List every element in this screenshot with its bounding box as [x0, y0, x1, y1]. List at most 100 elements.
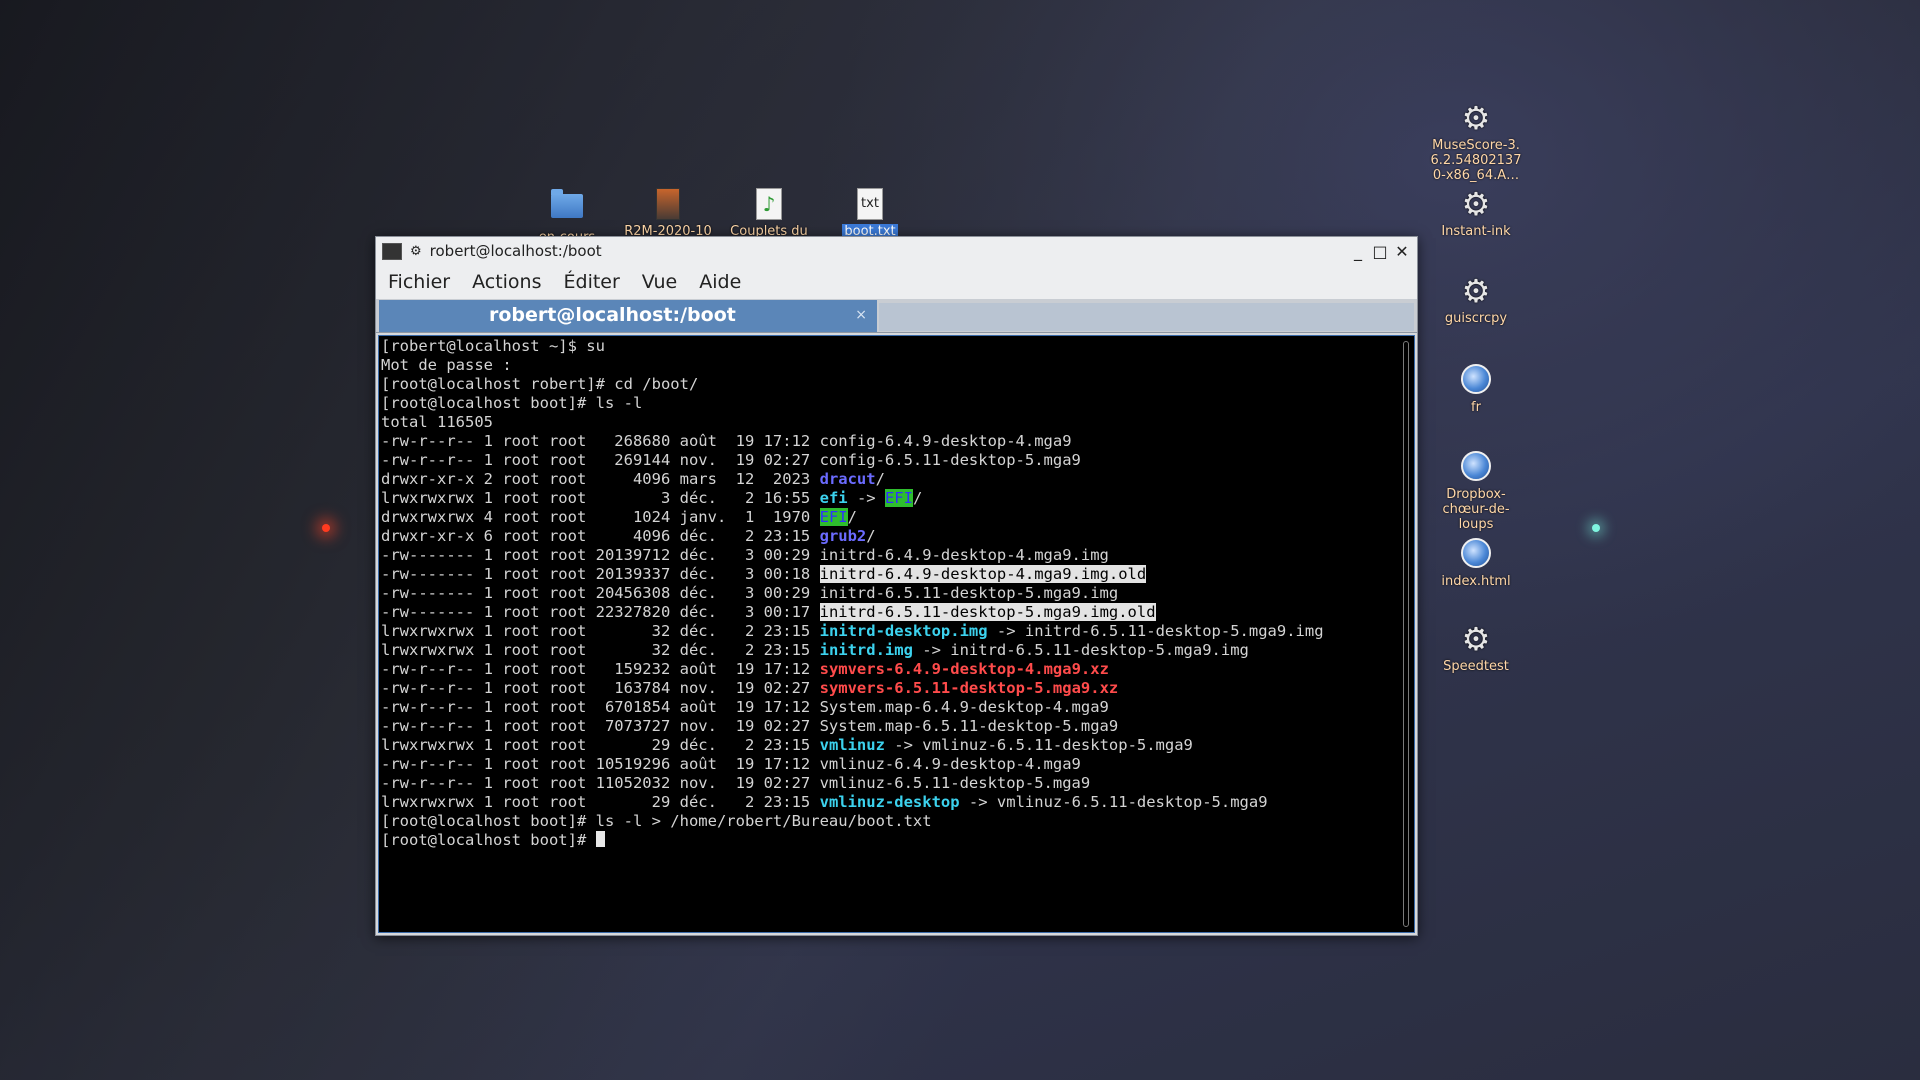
desktop-icon-boot-txt[interactable]: txt boot.txt [815, 188, 925, 239]
terminal-filename: initrd-6.4.9-desktop-4.mga9.img.old [819, 565, 1147, 583]
terminal-cursor [595, 831, 605, 847]
menu-vue[interactable]: Vue [642, 271, 677, 293]
terminal-text-segment: -> vmlinuz-6.5.11-desktop-5.mga9 [884, 736, 1193, 754]
pin-icon[interactable]: ⚙ [410, 244, 422, 259]
menu-actions[interactable]: Actions [472, 271, 541, 293]
terminal-text-segment: total 116505 [381, 413, 493, 431]
desktop-icon-dropbox[interactable]: Dropbox- chœur-de- loups [1421, 449, 1531, 532]
terminal-line: [root@localhost boot]# ls -l > /home/rob… [381, 812, 1414, 831]
terminal-text-segment: / [847, 508, 857, 526]
gear-icon: ⚙ [1461, 620, 1491, 658]
terminal-line: total 116505 [381, 413, 1414, 432]
tab-terminal[interactable]: robert@localhost:/boot × [379, 300, 877, 332]
terminal-text-segment: [root@localhost boot]# ls -l [381, 394, 643, 412]
terminal-text-segment: -rw------- 1 root root 20139712 déc. 3 0… [381, 546, 1109, 564]
terminal-text-segment: [robert@localhost ~]$ su [381, 337, 605, 355]
terminal-line: -rw------- 1 root root 20139337 déc. 3 0… [381, 565, 1414, 584]
terminal-text-segment: lrwxrwxrwx 1 root root 32 déc. 2 23:15 [381, 641, 820, 659]
terminal-output[interactable]: [robert@localhost ~]$ su Mot de passe : [r… [378, 335, 1415, 933]
terminal-text-segment: -rw-r--r-- 1 root root 11052032 nov. 19 … [381, 774, 1091, 792]
terminal-text-segment: lrwxrwxrwx 1 root root 32 déc. 2 23:15 [381, 622, 820, 640]
terminal-text-segment: -> [847, 489, 885, 507]
terminal-text-segment: -rw------- 1 root root 20456308 déc. 3 0… [381, 584, 1119, 602]
image-file-icon [652, 188, 684, 220]
terminal-line: -rw-r--r-- 1 root root 269144 nov. 19 02… [381, 451, 1414, 470]
desktop-icon-index-html[interactable]: index.html [1421, 536, 1531, 589]
window-title: robert@localhost:/boot [429, 242, 602, 260]
terminal-text-segment: drwxr-xr-x 6 root root 4096 déc. 2 23:15 [381, 527, 820, 545]
terminal-text-segment: -rw-r--r-- 1 root root 10519296 août 19 … [381, 755, 1081, 773]
terminal-filename: initrd.img [819, 641, 913, 659]
desktop-icon-musescore[interactable]: ⚙ MuseScore-3. 6.2.54802137 0-x86_64.A… [1421, 102, 1531, 183]
terminal-text-segment: lrwxrwxrwx 1 root root 29 déc. 2 23:15 [381, 793, 820, 811]
terminal-filename: vmlinuz [819, 736, 885, 754]
desktop-icon-couplets[interactable]: ♪ Couplets du [714, 188, 824, 239]
terminal-line: Mot de passe : [381, 356, 1414, 375]
terminal-text-segment: / [875, 470, 885, 488]
gear-icon: ⚙ [1461, 272, 1491, 310]
web-link-icon [1460, 538, 1492, 570]
folder-icon [551, 189, 583, 226]
desktop-icon-speedtest[interactable]: ⚙ Speedtest [1421, 623, 1531, 674]
terminal-line: drwxr-xr-x 6 root root 4096 déc. 2 23:15… [381, 527, 1414, 546]
gear-icon: ⚙ [1461, 99, 1491, 137]
terminal-text: [robert@localhost ~]$ su Mot de passe : [r… [379, 336, 1414, 850]
terminal-text-segment: -> initrd-6.5.11-desktop-5.mga9.img [987, 622, 1324, 640]
terminal-text-segment: Mot de passe : [381, 356, 512, 374]
terminal-line: [robert@localhost ~]$ su [381, 337, 1414, 356]
web-link-icon [1460, 364, 1492, 396]
terminal-line: -rw------- 1 root root 20456308 déc. 3 0… [381, 584, 1414, 603]
tab-close-icon[interactable]: × [855, 300, 867, 330]
terminal-filename: grub2 [819, 527, 867, 545]
desktop-icon-r2m[interactable]: R2M-2020-10 [613, 188, 723, 239]
terminal-line: -rw-r--r-- 1 root root 163784 nov. 19 02… [381, 679, 1414, 698]
minimize-button[interactable]: _ [1347, 242, 1369, 261]
terminal-line: [root@localhost boot]# [381, 831, 1414, 850]
terminal-text-segment: [root@localhost boot]# [381, 831, 596, 849]
terminal-line: -rw------- 1 root root 20139712 déc. 3 0… [381, 546, 1414, 565]
terminal-line: -rw-r--r-- 1 root root 10519296 août 19 … [381, 755, 1414, 774]
terminal-window[interactable]: ⚙ robert@localhost:/boot _ □ ✕ Fichier A… [375, 236, 1418, 936]
terminal-line: lrwxrwxrwx 1 root root 3 déc. 2 16:55 ef… [381, 489, 1414, 508]
terminal-line: drwxr-xr-x 2 root root 4096 mars 12 2023… [381, 470, 1414, 489]
terminal-line: -rw-r--r-- 1 root root 159232 août 19 17… [381, 660, 1414, 679]
close-button[interactable]: ✕ [1391, 242, 1413, 261]
terminal-text-segment: drwxrwxrwx 4 root root 1024 janv. 1 1970 [381, 508, 820, 526]
terminal-line: -rw-r--r-- 1 root root 6701854 août 19 1… [381, 698, 1414, 717]
terminal-text-segment: drwxr-xr-x 2 root root 4096 mars 12 2023 [381, 470, 820, 488]
terminal-line: -rw-r--r-- 1 root root 7073727 nov. 19 0… [381, 717, 1414, 736]
desktop-icon-guiscrcpy[interactable]: ⚙ guiscrcpy [1421, 275, 1531, 326]
terminal-filename: dracut [819, 470, 876, 488]
window-titlebar[interactable]: ⚙ robert@localhost:/boot _ □ ✕ [376, 237, 1417, 265]
menu-bar: Fichier Actions Éditer Vue Aide [376, 265, 1417, 299]
tab-bar: robert@localhost:/boot × [376, 299, 1417, 333]
terminal-filename: EFI [819, 508, 848, 526]
desktop-icon-fr[interactable]: fr [1421, 362, 1531, 415]
menu-aide[interactable]: Aide [699, 271, 741, 293]
web-link-icon [1460, 451, 1492, 483]
menu-editer[interactable]: Éditer [564, 271, 620, 293]
terminal-line: lrwxrwxrwx 1 root root 32 déc. 2 23:15 i… [381, 641, 1414, 660]
terminal-line: [root@localhost boot]# ls -l [381, 394, 1414, 413]
terminal-text-segment: [root@localhost robert]# cd /boot/ [381, 375, 699, 393]
terminal-text-segment: -rw-r--r-- 1 root root 163784 nov. 19 02… [381, 679, 820, 697]
terminal-text-segment: lrwxrwxrwx 1 root root 29 déc. 2 23:15 [381, 736, 820, 754]
terminal-text-segment: / [912, 489, 923, 507]
wallpaper-light-red [322, 524, 330, 532]
terminal-text-segment: -> vmlinuz-6.5.11-desktop-5.mga9 [959, 793, 1268, 811]
menu-fichier[interactable]: Fichier [388, 271, 450, 293]
wallpaper-light-green [1592, 524, 1600, 532]
terminal-text-segment: -rw-r--r-- 1 root root 6701854 août 19 1… [381, 698, 1109, 716]
terminal-text-segment: lrwxrwxrwx 1 root root 3 déc. 2 16:55 [381, 489, 820, 507]
terminal-line: -rw------- 1 root root 22327820 déc. 3 0… [381, 603, 1414, 622]
terminal-filename: initrd-6.5.11-desktop-5.mga9.img.old [819, 603, 1156, 621]
terminal-text-segment: -rw------- 1 root root 20139337 déc. 3 0… [381, 565, 820, 583]
desktop-icon-instant-ink[interactable]: ⚙ Instant-ink [1421, 188, 1531, 239]
tab-label: robert@localhost:/boot [489, 304, 736, 326]
scrollbar[interactable] [1403, 341, 1409, 927]
maximize-button[interactable]: □ [1369, 242, 1391, 261]
terminal-text-segment: / [866, 527, 876, 545]
terminal-line: -rw-r--r-- 1 root root 11052032 nov. 19 … [381, 774, 1414, 793]
terminal-filename: vmlinuz-desktop [819, 793, 960, 811]
terminal-line: -rw-r--r-- 1 root root 268680 août 19 17… [381, 432, 1414, 451]
